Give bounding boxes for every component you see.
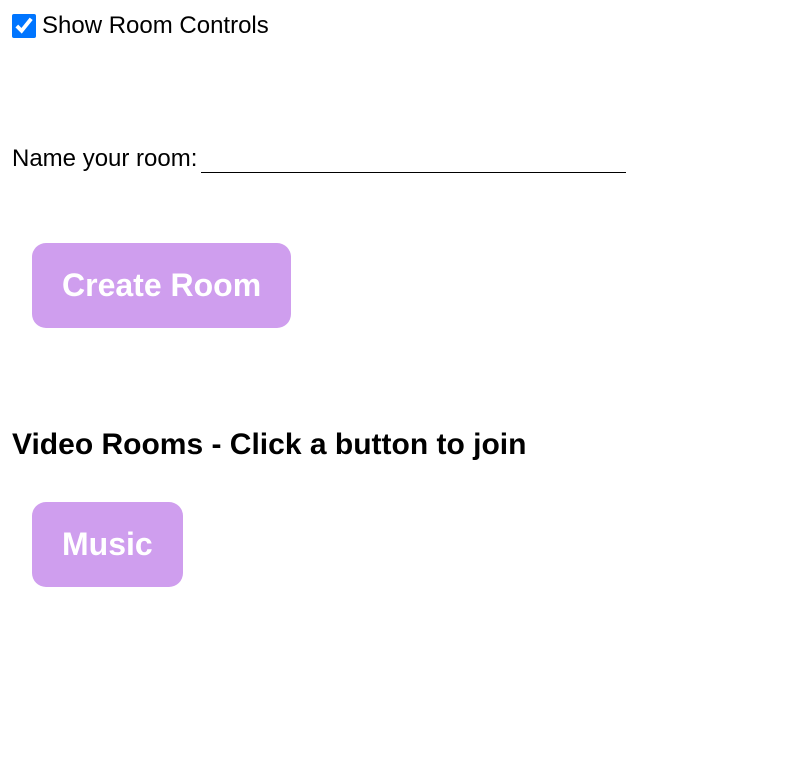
show-room-controls-checkbox[interactable] <box>12 14 36 38</box>
create-room-button-wrap: Create Room <box>12 243 784 328</box>
show-room-controls-label: Show Room Controls <box>42 12 269 40</box>
video-rooms-heading: Video Rooms - Click a button to join <box>12 428 784 462</box>
name-your-room-label: Name your room: <box>12 145 197 173</box>
rooms-list: Music <box>12 502 784 587</box>
name-your-room-row: Name your room: <box>12 140 784 173</box>
show-room-controls-row: Show Room Controls <box>12 12 784 40</box>
room-button-music[interactable]: Music <box>32 502 183 587</box>
create-room-button[interactable]: Create Room <box>32 243 291 328</box>
room-name-input[interactable] <box>201 140 626 173</box>
